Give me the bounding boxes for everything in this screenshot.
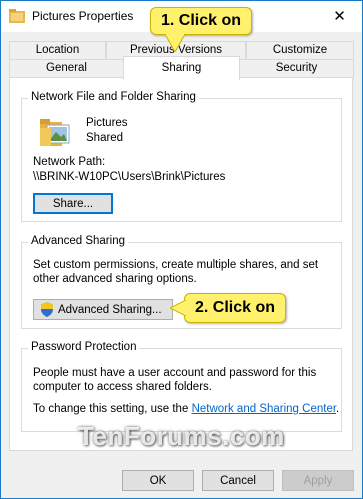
- sharing-panel: Network File and Folder Sharing Pictures…: [9, 77, 353, 451]
- password-protection-description: People must have a user account and pass…: [33, 367, 317, 393]
- tab-location[interactable]: Location: [9, 41, 106, 60]
- window-title: Pictures Properties: [32, 9, 134, 23]
- properties-window: Pictures Properties ✕ Location Previous …: [0, 0, 363, 499]
- callout-step1-pointer: [165, 34, 185, 52]
- watermark-text: TenForums.com: [78, 421, 285, 451]
- password-protection-title: Password Protection: [28, 341, 140, 353]
- password-protection-group: Password Protection People must have a u…: [21, 341, 342, 432]
- folder-icon: [9, 9, 25, 23]
- callout-step2: 2. Click on: [184, 293, 286, 323]
- network-sharing-group: Network File and Folder Sharing Pictures…: [21, 91, 342, 222]
- close-icon: ✕: [333, 8, 346, 25]
- cancel-button[interactable]: Cancel: [202, 470, 274, 491]
- tab-security[interactable]: Security: [239, 59, 354, 78]
- tab-general[interactable]: General: [9, 59, 124, 78]
- pictures-folder-icon: [40, 119, 70, 146]
- advanced-sharing-button[interactable]: Advanced Sharing...: [33, 299, 173, 320]
- callout-step1: 1. Click on: [150, 7, 252, 35]
- ok-button[interactable]: OK: [122, 470, 194, 491]
- advanced-sharing-description: Set custom permissions, create multiple …: [33, 259, 319, 285]
- advanced-sharing-title: Advanced Sharing: [28, 235, 128, 247]
- tab-sharing[interactable]: Sharing: [123, 56, 240, 80]
- network-sharing-center-link[interactable]: Network and Sharing Center: [192, 403, 336, 415]
- network-sharing-title: Network File and Folder Sharing: [28, 91, 199, 103]
- folder-name: Pictures: [86, 117, 128, 129]
- share-button[interactable]: Share...: [33, 193, 113, 214]
- network-path-label: Network Path:: [33, 156, 106, 168]
- callout-step2-pointer: [170, 300, 186, 316]
- tab-customize[interactable]: Customize: [246, 41, 354, 60]
- close-button[interactable]: ✕: [317, 1, 362, 31]
- change-setting-text: To change this setting, use the Network …: [33, 403, 340, 415]
- network-path-value: \\BRINK-W10PC\Users\Brink\Pictures: [33, 171, 226, 183]
- apply-button[interactable]: Apply: [282, 470, 354, 491]
- uac-shield-icon: [41, 302, 53, 317]
- share-status: Shared: [86, 132, 124, 144]
